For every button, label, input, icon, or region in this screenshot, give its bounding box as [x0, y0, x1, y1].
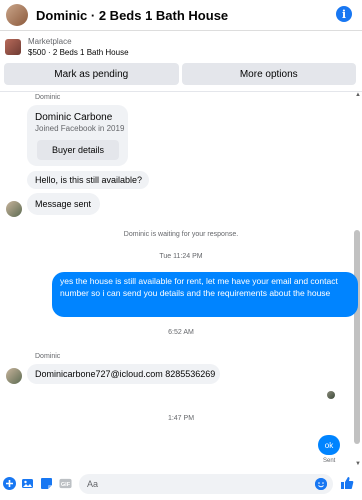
- outgoing-message: ok: [318, 435, 340, 455]
- listing-thumbnail: [5, 39, 21, 55]
- listing-avatar[interactable]: [6, 4, 28, 26]
- scroll-down-icon[interactable]: ▼: [355, 461, 361, 467]
- divider: [0, 91, 362, 92]
- listing-summary[interactable]: Marketplace $500 · 2 Beds 1 Bath House: [0, 32, 362, 62]
- listing-detail: $500 · 2 Beds 1 Bath House: [28, 48, 129, 57]
- scroll-thumb[interactable]: [354, 230, 360, 444]
- waiting-notice: Dominic is waiting for your response.: [123, 231, 239, 238]
- sent-status: Sent: [323, 458, 336, 464]
- sender-avatar[interactable]: [6, 368, 22, 384]
- sticker-icon[interactable]: [40, 477, 53, 490]
- listing-actions: Mark as pending More options: [4, 63, 356, 85]
- message-placeholder: Aa: [87, 479, 99, 489]
- like-icon[interactable]: [340, 476, 354, 490]
- chat-title[interactable]: Dominic · 2 Beds 1 Bath House: [36, 8, 228, 23]
- plus-icon[interactable]: [3, 477, 16, 490]
- gif-icon[interactable]: GIF: [59, 477, 72, 490]
- svg-text:GIF: GIF: [61, 482, 71, 488]
- sender-name: Dominic: [35, 94, 61, 101]
- emoji-icon[interactable]: [315, 478, 327, 490]
- message-input[interactable]: Aa: [79, 474, 333, 494]
- incoming-message: Message sent: [27, 193, 100, 215]
- marketplace-label: Marketplace: [28, 37, 72, 46]
- incoming-message: Dominicarbone727@icloud.com 8285536269: [27, 364, 220, 384]
- timestamp: Tue 11:24 PM: [159, 253, 203, 260]
- buyer-name: Dominic Carbone: [35, 112, 113, 123]
- seen-indicator-avatar: [327, 391, 335, 399]
- timestamp: 6:52 AM: [168, 329, 194, 336]
- sender-name: Dominic: [35, 353, 61, 360]
- buyer-details-button[interactable]: Buyer details: [37, 140, 119, 160]
- timestamp: 1:47 PM: [167, 415, 195, 422]
- info-icon[interactable]: i: [336, 6, 352, 22]
- scroll-up-icon[interactable]: ▲: [355, 92, 361, 98]
- photo-icon[interactable]: [21, 477, 34, 490]
- outgoing-message: yes the house is still available for ren…: [52, 272, 358, 317]
- buyer-joined: Joined Facebook in 2019: [35, 124, 125, 133]
- sender-avatar[interactable]: [6, 201, 22, 217]
- mark-as-pending-button[interactable]: Mark as pending: [4, 63, 179, 85]
- buyer-card: Dominic Carbone Joined Facebook in 2019 …: [27, 105, 128, 166]
- incoming-message: Hello, is this still available?: [27, 171, 149, 189]
- chat-header: Dominic · 2 Beds 1 Bath House i: [0, 0, 362, 31]
- more-options-button[interactable]: More options: [181, 63, 356, 85]
